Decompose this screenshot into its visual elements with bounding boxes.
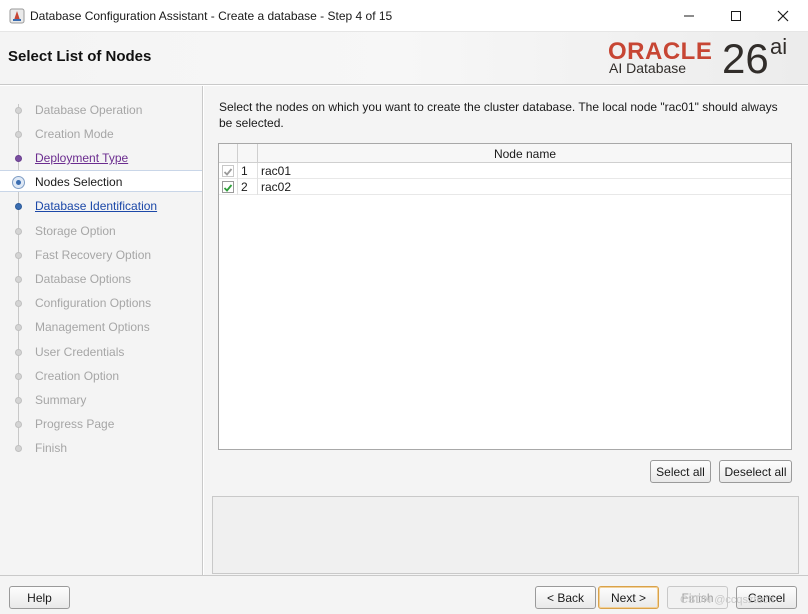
version-suffix: ai [770,34,788,59]
nav-step-fast-recovery-option: Fast Recovery Option [0,244,202,266]
page-title: Select List of Nodes [8,48,152,65]
back-label: < Back [546,590,585,605]
cell-divider [257,179,258,195]
cell-divider [257,163,258,179]
header-divider [257,144,258,163]
step-indicator-icon [15,252,22,259]
help-label: Help [27,590,52,605]
row-index: 2 [241,180,248,194]
product-name: AI Database [609,60,687,76]
maximize-button[interactable] [713,0,759,32]
help-button[interactable]: Help [9,586,70,609]
step-indicator-icon [15,373,22,380]
step-indicator-icon [15,324,22,331]
nav-step-label: Management Options [35,320,150,334]
message-area [212,496,799,574]
cell-divider [237,163,238,179]
nav-step-nodes-selection: Nodes Selection [0,170,202,192]
cell-divider [237,179,238,195]
checkmark-icon [223,168,233,176]
nav-step-user-credentials: User Credentials [0,341,202,363]
step-indicator-icon [15,397,22,404]
step-indicator-icon [15,349,22,356]
row-index: 1 [241,164,248,178]
header-divider [237,144,238,163]
step-indicator-icon [15,155,22,162]
node-checkbox[interactable] [222,181,234,193]
minimize-icon [684,15,694,17]
select-all-label: Select all [656,464,705,479]
watermark-text: CSDN @ccqsztech [680,594,775,606]
title-bar: Database Configuration Assistant - Creat… [0,0,808,32]
nav-step-label: Database Options [35,272,132,286]
nav-step-database-identification[interactable]: Database Identification [0,195,202,217]
nav-step-label: Creation Mode [35,127,114,141]
node-name-cell: rac01 [261,164,292,178]
step-indicator-icon [12,176,25,189]
next-label: Next > [610,590,646,605]
deselect-all-label: Deselect all [724,464,787,479]
nav-step-label: Summary [35,393,87,407]
step-indicator-icon [15,276,22,283]
close-window-button[interactable] [760,0,806,32]
nav-step-creation-mode: Creation Mode [0,123,202,145]
close-icon [777,10,789,22]
table-row[interactable]: 2 rac02 [219,179,791,195]
nav-step-progress-page: Progress Page [0,413,202,435]
next-button[interactable]: Next > [598,586,659,609]
nav-step-configuration-options: Configuration Options [0,292,202,314]
nav-step-label: Database Operation [35,103,143,117]
table-header: Node name [219,144,791,163]
table-row[interactable]: 1 rac01 [219,163,791,179]
nav-step-database-options: Database Options [0,268,202,290]
step-indicator-icon [15,445,22,452]
step-indicator-icon [15,421,22,428]
step-indicator-icon [15,131,22,138]
step-indicator-icon [15,203,22,210]
nav-step-management-options: Management Options [0,316,202,338]
main-content: Select the nodes on which you want to cr… [204,86,808,575]
nav-step-creation-option: Creation Option [0,365,202,387]
node-name-cell: rac02 [261,180,292,194]
nav-step-summary: Summary [0,389,202,411]
nav-step-label: Nodes Selection [35,175,123,189]
deselect-all-button[interactable]: Deselect all [719,460,792,483]
step-navigation: Database Operation Creation Mode Deploymen… [0,86,203,575]
nav-step-label: Configuration Options [35,296,152,310]
step-indicator-icon [15,228,22,235]
nav-step-label: Progress Page [35,417,115,431]
step-indicator-icon [15,107,22,114]
nav-step-label: User Credentials [35,345,125,359]
wizard-footer: Help < Back Next > Finish Cancel CSDN @c… [0,575,808,614]
version-number: 26 [722,35,769,82]
nav-step-finish: Finish [0,437,202,459]
instruction-text: Select the nodes on which you want to cr… [219,100,778,130]
maximize-icon [731,11,741,21]
minimize-button[interactable] [666,0,712,32]
dbca-app-icon [9,8,25,24]
select-all-button[interactable]: Select all [650,460,711,483]
window-title: Database Configuration Assistant - Creat… [30,9,393,23]
nav-step-label: Creation Option [35,369,120,383]
checkmark-icon [223,184,233,192]
column-header-node-name[interactable]: Node name [259,147,791,161]
nav-step-label: Storage Option [35,224,116,238]
node-checkbox [222,165,234,177]
nav-step-deployment-type[interactable]: Deployment Type [0,147,202,169]
page-header: Select List of Nodes ORACLE AI Database … [0,32,808,85]
step-indicator-icon [15,300,22,307]
nav-step-label: Finish [35,441,68,455]
nav-step-label: Deployment Type [35,151,129,165]
nav-step-database-operation: Database Operation [0,99,202,121]
nodes-table: Node name 1 rac01 2 rac02 [218,143,792,450]
back-button[interactable]: < Back [535,586,596,609]
nav-step-storage-option: Storage Option [0,220,202,242]
nav-step-label: Database Identification [35,199,158,213]
nav-step-label: Fast Recovery Option [35,248,152,262]
